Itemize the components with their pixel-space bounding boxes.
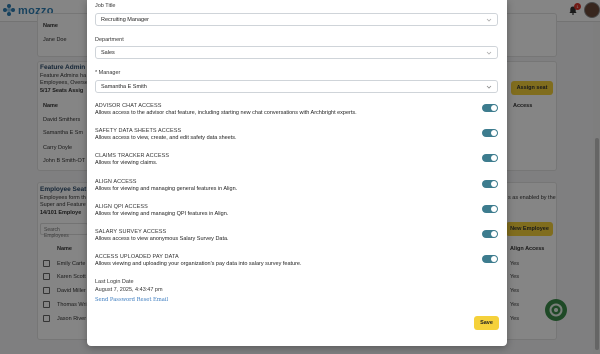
permission-title: ADVISOR CHAT ACCESS [95,103,162,109]
salary-survey-toggle[interactable] [482,230,498,238]
save-button[interactable]: Save [474,316,499,330]
permission-salary-survey: SALARY SURVEY ACCESS Allows access to vi… [95,229,505,251]
permission-align: ALIGN ACCESS Allows for viewing and mana… [95,179,505,201]
permission-description: Allows access to view anonymous Salary S… [95,236,229,242]
permission-title: ACCESS UPLOADED PAY DATA [95,254,179,260]
last-login-label: Last Login Date [95,279,134,285]
permission-align-qpi: ALIGN QPI ACCESS Allows for viewing and … [95,204,505,226]
align-qpi-toggle[interactable] [482,205,498,213]
edit-employee-modal: Job Title Recruiting Manager Department … [87,0,507,346]
permission-description: Allows for viewing claims. [95,160,158,166]
department-value: Sales [101,50,115,56]
manager-value: Samantha E Smith [101,84,147,90]
job-title-select[interactable]: Recruiting Manager [95,13,498,26]
department-select[interactable]: Sales [95,46,498,59]
manager-select[interactable]: Samantha E Smith [95,80,498,93]
permission-title: CLAIMS TRACKER ACCESS [95,153,170,159]
last-login-value: August 7, 2025, 4:43:47 pm [95,287,163,293]
chevron-down-icon [486,18,492,22]
permission-uploaded-pay-data: ACCESS UPLOADED PAY DATA Allows viewing … [95,254,505,276]
permission-description: Allows for viewing and managing QPI feat… [95,211,229,217]
permission-title: ALIGN ACCESS [95,179,137,185]
permission-title: SAFETY DATA SHEETS ACCESS [95,128,182,134]
advisor-chat-toggle[interactable] [482,104,498,112]
chevron-down-icon [486,85,492,89]
permission-description: Allows access to view, create, and edit … [95,135,237,141]
permission-title: SALARY SURVEY ACCESS [95,229,167,235]
permission-description: Allows access to the advisor chat featur… [95,110,357,116]
permission-description: Allows for viewing and managing general … [95,186,238,192]
permission-title: ALIGN QPI ACCESS [95,204,148,210]
permission-advisor-chat: ADVISOR CHAT ACCESS Allows access to the… [95,103,505,125]
safety-data-sheets-toggle[interactable] [482,129,498,137]
align-toggle[interactable] [482,180,498,188]
permission-claims-tracker: CLAIMS TRACKER ACCESS Allows for viewing… [95,153,505,175]
send-password-reset-link[interactable]: Send Password Reset Email [95,297,168,303]
job-title-value: Recruiting Manager [101,17,149,23]
manager-label: * Manager [95,70,121,76]
department-label: Department [95,37,124,43]
chevron-down-icon [486,51,492,55]
permission-description: Allows viewing and uploading your organi… [95,261,302,267]
permission-safety-data-sheets: SAFETY DATA SHEETS ACCESS Allows access … [95,128,505,150]
job-title-label: Job Title [95,3,116,9]
claims-tracker-toggle[interactable] [482,154,498,162]
uploaded-pay-data-toggle[interactable] [482,255,498,263]
